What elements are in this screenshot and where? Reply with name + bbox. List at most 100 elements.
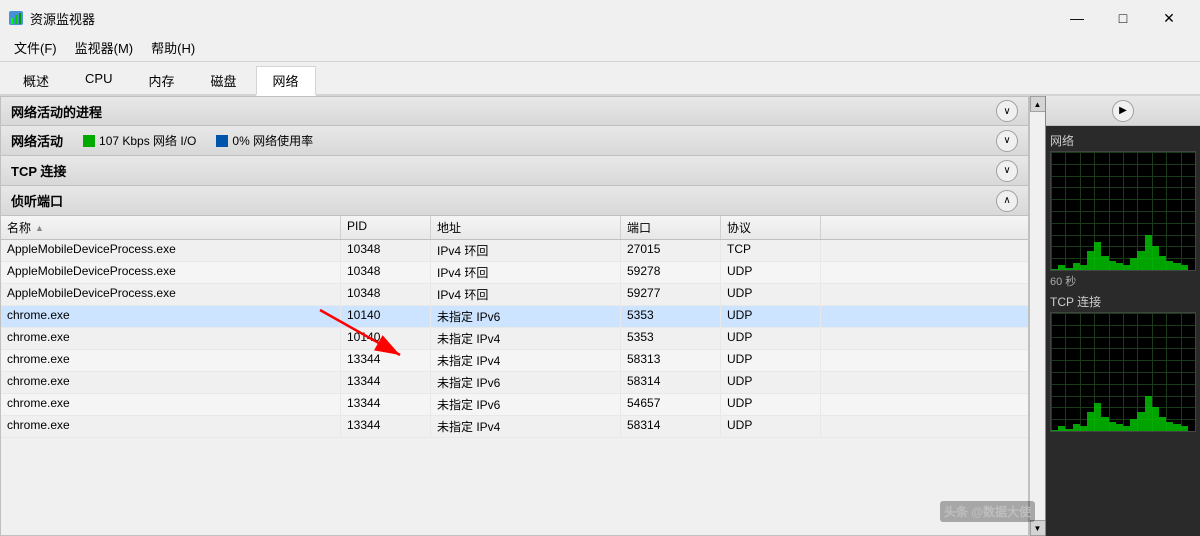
title-bar-controls: — □ ✕ [1054, 4, 1192, 32]
close-button[interactable]: ✕ [1146, 4, 1192, 32]
cell-protocol: UDP [721, 262, 821, 283]
cell-address: IPv4 环回 [431, 284, 621, 305]
app-title: 资源监视器 [30, 9, 95, 28]
usage-indicator: 0% 网络使用率 [216, 132, 313, 149]
cell-pid: 13344 [341, 416, 431, 437]
cell-address: 未指定 IPv6 [431, 372, 621, 393]
tab-memory[interactable]: 内存 [131, 66, 191, 94]
table-row[interactable]: chrome.exe 13344 未指定 IPv6 54657 UDP [1, 394, 1028, 416]
network-graph [1050, 151, 1196, 271]
listening-ports-section: 侦听端口 ∧ 名称 ▲ PID 地址 端口 协议 AppleMobileDevi… [0, 186, 1029, 536]
tcp-connections-section[interactable]: TCP 连接 ∨ [0, 156, 1029, 186]
app-icon [8, 10, 24, 26]
network-activity-chevron[interactable]: ∨ [996, 130, 1018, 152]
col-port[interactable]: 端口 [621, 216, 721, 239]
usage-label: 0% 网络使用率 [232, 132, 313, 149]
cell-protocol: TCP [721, 240, 821, 261]
table-row[interactable]: AppleMobileDeviceProcess.exe 10348 IPv4 … [1, 240, 1028, 262]
tcp-connections-title: TCP 连接 [11, 161, 66, 180]
menu-help[interactable]: 帮助(H) [143, 36, 203, 59]
left-panel: 网络活动的进程 ∨ 网络活动 107 Kbps 网络 I/O 0% 网络使用率 … [0, 96, 1029, 536]
cell-address: IPv4 环回 [431, 240, 621, 261]
cell-protocol: UDP [721, 284, 821, 305]
cell-protocol: UDP [721, 372, 821, 393]
table-row[interactable]: chrome.exe 10140 未指定 IPv4 5353 UDP [1, 328, 1028, 350]
col-name[interactable]: 名称 ▲ [1, 216, 341, 239]
right-panel-top: ▶ [1046, 96, 1200, 126]
table-row[interactable]: chrome.exe 13344 未指定 IPv4 58313 UDP [1, 350, 1028, 372]
network-processes-title: 网络活动的进程 [11, 102, 102, 121]
cell-pid: 13344 [341, 394, 431, 415]
cell-address: IPv4 环回 [431, 262, 621, 283]
col-pid[interactable]: PID [341, 216, 431, 239]
tab-overview[interactable]: 概述 [6, 66, 66, 94]
io-label: 107 Kbps 网络 I/O [99, 132, 196, 149]
cell-name: chrome.exe [1, 350, 341, 371]
tcp-graph-label: TCP 连接 [1050, 291, 1196, 312]
network-processes-section[interactable]: 网络活动的进程 ∨ [0, 96, 1029, 126]
io-dot-icon [83, 135, 95, 147]
table-header: 名称 ▲ PID 地址 端口 协议 [1, 216, 1028, 240]
scroll-down-button[interactable]: ▼ [1030, 520, 1046, 536]
cell-name: AppleMobileDeviceProcess.exe [1, 240, 341, 261]
menu-monitor[interactable]: 监视器(M) [67, 36, 142, 59]
cell-port: 27015 [621, 240, 721, 261]
cell-port: 54657 [621, 394, 721, 415]
main-content: 网络活动的进程 ∨ 网络活动 107 Kbps 网络 I/O 0% 网络使用率 … [0, 96, 1200, 536]
cell-protocol: UDP [721, 394, 821, 415]
table-row[interactable]: chrome.exe 13344 未指定 IPv4 58314 UDP [1, 416, 1028, 438]
cell-port: 58314 [621, 416, 721, 437]
cell-address: 未指定 IPv4 [431, 416, 621, 437]
title-bar-left: 资源监视器 [8, 9, 95, 28]
cell-port: 58313 [621, 350, 721, 371]
io-indicator: 107 Kbps 网络 I/O [83, 132, 196, 149]
cell-name: chrome.exe [1, 306, 341, 327]
cell-address: 未指定 IPv6 [431, 394, 621, 415]
title-bar: 资源监视器 — □ ✕ [0, 0, 1200, 34]
cell-name: AppleMobileDeviceProcess.exe [1, 262, 341, 283]
minimize-button[interactable]: — [1054, 4, 1100, 32]
tcp-graph [1050, 312, 1196, 432]
network-graph-label: 网络 [1050, 130, 1196, 151]
cell-protocol: UDP [721, 306, 821, 327]
tab-disk[interactable]: 磁盘 [193, 66, 253, 94]
cell-name: chrome.exe [1, 372, 341, 393]
cell-pid: 10140 [341, 328, 431, 349]
table-row[interactable]: chrome.exe 13344 未指定 IPv6 58314 UDP [1, 372, 1028, 394]
network-processes-chevron[interactable]: ∨ [996, 100, 1018, 122]
cell-pid: 13344 [341, 372, 431, 393]
cell-name: chrome.exe [1, 416, 341, 437]
maximize-button[interactable]: □ [1100, 4, 1146, 32]
cell-pid: 10348 [341, 240, 431, 261]
tab-bar: 概述 CPU 内存 磁盘 网络 [0, 62, 1200, 96]
network-activity-section[interactable]: 网络活动 107 Kbps 网络 I/O 0% 网络使用率 ∨ [0, 126, 1029, 156]
cell-address: 未指定 IPv4 [431, 328, 621, 349]
listening-ports-title: 侦听端口 [11, 191, 63, 210]
listening-ports-chevron[interactable]: ∧ [996, 190, 1018, 212]
usage-dot-icon [216, 135, 228, 147]
tcp-connections-chevron[interactable]: ∨ [996, 160, 1018, 182]
tab-network[interactable]: 网络 [256, 66, 316, 96]
cell-protocol: UDP [721, 416, 821, 437]
col-protocol[interactable]: 协议 [721, 216, 821, 239]
cell-name: chrome.exe [1, 328, 341, 349]
cell-port: 59278 [621, 262, 721, 283]
table-body: AppleMobileDeviceProcess.exe 10348 IPv4 … [1, 240, 1028, 535]
scroll-up-button[interactable]: ▲ [1030, 96, 1046, 112]
right-expand-button[interactable]: ▶ [1112, 100, 1134, 122]
cell-pid: 10348 [341, 284, 431, 305]
menu-file[interactable]: 文件(F) [6, 36, 65, 59]
watermark: 头条 @数据大使 [940, 501, 1035, 522]
right-graph-section: 网络 60 秒 TCP 连接 [1046, 126, 1200, 536]
table-row[interactable]: AppleMobileDeviceProcess.exe 10348 IPv4 … [1, 284, 1028, 306]
cell-pid: 13344 [341, 350, 431, 371]
main-scrollbar[interactable]: ▲ ▼ [1029, 96, 1045, 536]
table-row[interactable]: AppleMobileDeviceProcess.exe 10348 IPv4 … [1, 262, 1028, 284]
col-address[interactable]: 地址 [431, 216, 621, 239]
tab-cpu[interactable]: CPU [68, 66, 129, 94]
table-row[interactable]: chrome.exe 10140 未指定 IPv6 5353 UDP [1, 306, 1028, 328]
cell-port: 5353 [621, 306, 721, 327]
cell-protocol: UDP [721, 350, 821, 371]
listening-ports-header[interactable]: 侦听端口 ∧ [1, 186, 1028, 216]
cell-port: 58314 [621, 372, 721, 393]
